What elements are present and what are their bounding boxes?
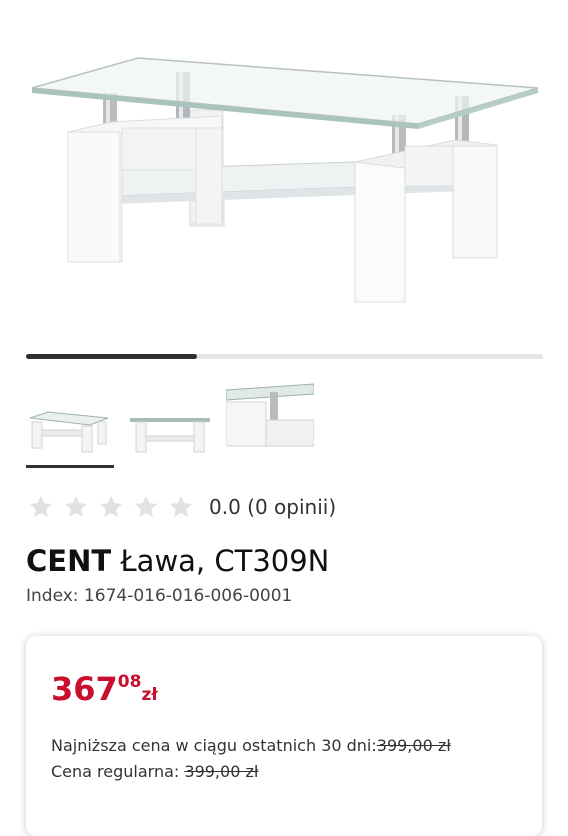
- star-icon: [134, 495, 158, 517]
- lowest-price-line: Najniższa cena w ciągu ostatnich 30 dni:…: [51, 736, 451, 755]
- product-name: Ława, CT309N: [120, 544, 330, 578]
- thumbnail-selected-indicator: [26, 465, 114, 468]
- price-decimal: 08: [117, 672, 142, 692]
- product-index: Index: 1674-016-016-006-0001: [26, 586, 293, 606]
- current-price: 36708zł: [51, 670, 158, 708]
- star-icon: [99, 495, 123, 517]
- product-title: CENT Ława, CT309N: [26, 544, 329, 578]
- regular-price-line: Cena regularna: 399,00 zł: [51, 762, 258, 781]
- lowest-price-value: 399,00 zł: [376, 736, 451, 755]
- star-icon: [169, 495, 193, 517]
- regular-price-label: Cena regularna:: [51, 762, 185, 781]
- thumbnail-detail[interactable]: [225, 380, 315, 464]
- rating[interactable]: 0.0 (0 opinii): [28, 494, 336, 520]
- regular-price-value: 399,00 zł: [184, 762, 259, 781]
- product-brand[interactable]: CENT: [26, 544, 111, 578]
- thumbnail-side[interactable]: [126, 380, 214, 464]
- lowest-price-label: Najniższa cena w ciągu ostatnich 30 dni:: [51, 736, 377, 755]
- star-icon: [64, 495, 88, 517]
- gallery-progress-bar[interactable]: [26, 354, 543, 359]
- star-icon: [29, 495, 53, 517]
- gallery-progress-fill: [26, 354, 197, 359]
- product-main-image[interactable]: [0, 0, 568, 340]
- price-card: 36708zł Najniższa cena w ciągu ostatnich…: [26, 636, 542, 836]
- price-integer: 367: [51, 670, 118, 708]
- thumbnail-strip: [26, 380, 546, 470]
- thumbnail-front[interactable]: [26, 380, 114, 468]
- coffee-table-image: [31, 57, 539, 303]
- price-currency: zł: [141, 685, 158, 705]
- rating-text: 0.0 (0 opinii): [209, 495, 337, 519]
